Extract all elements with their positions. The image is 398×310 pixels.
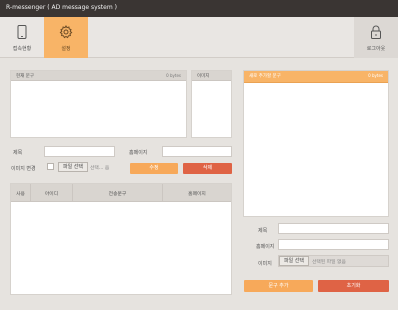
image-panel: 이미지 xyxy=(191,70,232,138)
edit-button[interactable]: 수정 xyxy=(130,163,178,174)
toolbar-item-status[interactable]: 접속현황 xyxy=(0,17,44,58)
image-change-checkbox[interactable] xyxy=(47,163,54,170)
toolbar-item-settings[interactable]: 설정 xyxy=(44,17,88,58)
current-message-bytes: 0 bytes xyxy=(166,73,181,78)
subject-input[interactable] xyxy=(44,146,115,157)
image-preview xyxy=(192,81,231,137)
homepage-label: 홈페이지 xyxy=(129,150,148,156)
new-subject-label: 제목 xyxy=(258,228,268,234)
table-header: 사용 아이디 전송문구 홈페이지 xyxy=(11,184,231,202)
file-select-button[interactable]: 파일 선택 xyxy=(58,162,88,172)
reset-button[interactable]: 초기화 xyxy=(318,280,389,292)
new-message-header: 새로 추가할 문구 0 bytes xyxy=(244,71,388,83)
column-header-id[interactable]: 아이디 xyxy=(31,184,73,202)
column-header-message[interactable]: 전송문구 xyxy=(73,184,163,202)
new-homepage-input[interactable] xyxy=(278,239,389,250)
current-message-panel: 현재 문구 0 bytes xyxy=(10,70,187,138)
image-panel-header: 이미지 xyxy=(192,71,231,81)
image-panel-title: 이미지 xyxy=(197,74,210,79)
file-status: 선택... 음 xyxy=(90,166,110,171)
homepage-input[interactable] xyxy=(162,146,232,157)
toolbar-item-label: 설정 xyxy=(61,46,71,52)
gear-icon xyxy=(59,25,73,41)
delete-button[interactable]: 삭제 xyxy=(183,163,232,174)
current-message-title: 현재 문구 xyxy=(16,74,34,79)
add-message-button[interactable]: 문구 추가 xyxy=(244,280,313,292)
new-message-bytes: 0 bytes xyxy=(368,73,383,78)
new-message-panel: 새로 추가할 문구 0 bytes xyxy=(243,70,389,217)
current-message-text[interactable] xyxy=(11,81,186,137)
column-header-homepage[interactable]: 홈페이지 xyxy=(163,184,231,202)
new-file-status: 선택된 파일 없음 xyxy=(312,260,346,265)
image-change-label: 이미지 변경 xyxy=(11,166,36,172)
column-header-use[interactable]: 사용 xyxy=(11,184,31,202)
subject-label: 제목 xyxy=(13,150,23,156)
new-homepage-label: 홈페이지 xyxy=(256,244,275,250)
message-table: 사용 아이디 전송문구 홈페이지 xyxy=(10,183,232,295)
new-file-select-button[interactable]: 파일 선택 xyxy=(279,256,309,266)
new-image-label: 이미지 xyxy=(258,261,272,267)
phone-icon xyxy=(17,25,27,41)
window-title: R-messenger ( AD message system ) xyxy=(6,4,117,11)
lock-icon xyxy=(371,25,382,41)
logout-button[interactable]: 로그아웃 xyxy=(354,17,398,58)
new-subject-input[interactable] xyxy=(278,223,389,234)
new-message-text[interactable] xyxy=(244,83,388,216)
current-message-header: 현재 문구 0 bytes xyxy=(11,71,186,81)
new-message-title: 새로 추가할 문구 xyxy=(249,74,281,79)
toolbar-item-label: 접속현황 xyxy=(12,46,32,52)
logout-label: 로그아웃 xyxy=(366,46,386,52)
